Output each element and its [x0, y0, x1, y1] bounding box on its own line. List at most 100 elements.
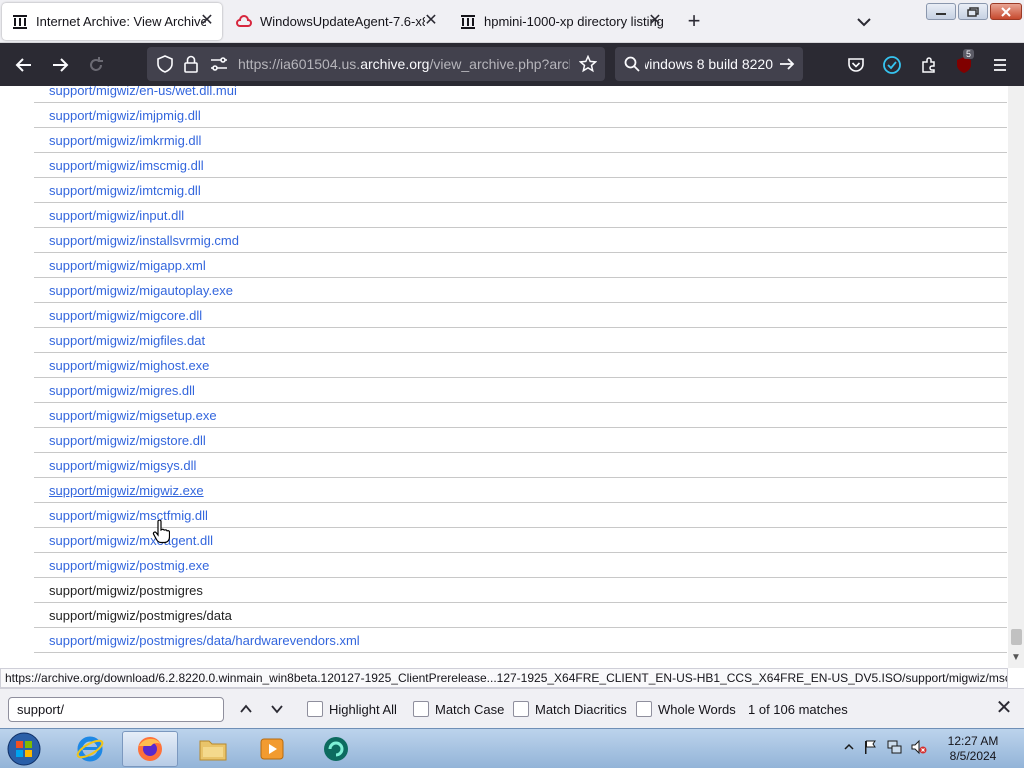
directory-entry: support/migwiz/postmigres [49, 582, 203, 598]
whole-words-label: Whole Words [658, 701, 736, 717]
tab-windowsupdateagent[interactable]: WindowsUpdateAgent-7.6-x86 ✕ [226, 3, 446, 40]
scrollbar-thumb[interactable] [1011, 629, 1022, 645]
forward-arrow-icon [53, 58, 69, 72]
checkbox-box[interactable] [513, 701, 529, 717]
file-row: support/migwiz/mighost.exe [34, 353, 1007, 378]
file-row: support/migwiz/migres.dll [34, 378, 1007, 403]
app-menu-button[interactable] [989, 54, 1011, 76]
taskbar-internet-explorer[interactable] [62, 731, 118, 767]
file-link[interactable]: support/migwiz/imjpmig.dll [49, 108, 201, 123]
file-row: support/migwiz/imjpmig.dll [34, 103, 1007, 128]
checkbox-box[interactable] [636, 701, 652, 717]
network-icon[interactable] [886, 739, 902, 755]
address-bar[interactable]: https://ia601504.us.archive.org/view_arc… [147, 47, 605, 81]
lock-icon[interactable] [183, 55, 199, 73]
file-link[interactable]: support/migwiz/input.dll [49, 208, 184, 223]
cloud-icon [236, 14, 252, 30]
start-button[interactable] [4, 731, 44, 767]
file-link[interactable]: support/migwiz/postmig.exe [49, 558, 209, 573]
highlight-all-checkbox[interactable]: Highlight All [307, 701, 397, 717]
file-row: support/migwiz/imkrmig.dll [34, 128, 1007, 153]
pocket-button[interactable] [845, 54, 867, 76]
close-tab-icon[interactable]: ✕ [422, 12, 440, 30]
new-tab-button[interactable]: + [684, 10, 704, 32]
file-link[interactable]: support/migwiz/mighost.exe [49, 358, 209, 373]
file-link[interactable]: support/migwiz/imscmig.dll [49, 158, 204, 173]
checkbox-box[interactable] [307, 701, 323, 717]
file-link[interactable]: support/migwiz/installsvrmig.cmd [49, 233, 239, 248]
file-link[interactable]: support/migwiz/migstore.dll [49, 433, 206, 448]
archive-file-list: support/migwiz/en-us/wet.dll.mui support/… [34, 86, 1007, 653]
windows-taskbar: 12:27 AM 8/5/2024 [0, 728, 1024, 768]
find-input[interactable] [8, 697, 224, 722]
extensions-button[interactable] [918, 54, 940, 76]
file-row: support/migwiz/postmigres/data/hardwarev… [34, 628, 1007, 653]
close-find-bar-button[interactable]: ✕ [994, 698, 1014, 719]
file-link[interactable]: support/migwiz/postmigres/data/hardwarev… [49, 633, 360, 648]
scroll-down-arrow-icon[interactable]: ▼ [1011, 652, 1021, 663]
file-link[interactable]: support/migwiz/mxeagent.dll [49, 533, 213, 548]
url-prefix: https://ia601504.us. [238, 56, 361, 72]
file-link[interactable]: support/migwiz/migapp.xml [49, 258, 206, 273]
file-row: support/migwiz/migwiz.exe [34, 478, 1007, 503]
taskbar-file-explorer[interactable] [185, 731, 241, 767]
go-arrow-icon[interactable] [779, 56, 795, 72]
file-link[interactable]: support/migwiz/msctfmig.dll [49, 508, 208, 523]
firefox-icon [138, 737, 162, 761]
match-case-checkbox[interactable]: Match Case [413, 701, 504, 717]
reload-button[interactable] [85, 54, 107, 76]
file-row: support/migwiz/mxeagent.dll [34, 528, 1007, 553]
file-link[interactable]: support/migwiz/migcore.dll [49, 308, 202, 323]
find-previous-button[interactable] [236, 699, 256, 719]
close-window-button[interactable] [990, 3, 1022, 20]
search-query[interactable]: windows 8 build 8220 [645, 56, 773, 72]
internet-explorer-icon [76, 736, 104, 762]
restore-button[interactable] [958, 3, 988, 20]
taskbar-firefox[interactable] [122, 731, 178, 767]
back-arrow-icon [15, 58, 31, 72]
file-link[interactable]: support/migwiz/en-us/wet.dll.mui [49, 86, 237, 98]
minimize-button[interactable] [926, 3, 956, 20]
ublock-origin-button[interactable]: 5 [953, 49, 975, 76]
forward-button[interactable] [49, 54, 71, 76]
file-link[interactable]: support/migwiz/migres.dll [49, 383, 195, 398]
show-hidden-icons-icon[interactable] [844, 742, 854, 752]
file-link[interactable]: support/migwiz/migfiles.dat [49, 333, 205, 348]
list-all-tabs-button[interactable] [855, 13, 873, 31]
vertical-scrollbar[interactable]: ▼ [1008, 86, 1024, 668]
directory-entry: support/migwiz/postmigres/data [49, 607, 232, 623]
action-center-flag-icon[interactable] [862, 739, 878, 755]
match-diacritics-checkbox[interactable]: Match Diacritics [513, 701, 627, 717]
file-link[interactable]: support/migwiz/migsetup.exe [49, 408, 217, 423]
url-text[interactable]: https://ia601504.us.archive.org/view_arc… [238, 56, 570, 72]
whole-words-checkbox[interactable]: Whole Words [636, 701, 736, 717]
taskbar-app[interactable] [308, 731, 364, 767]
file-link[interactable]: support/migwiz/imtcmig.dll [49, 183, 201, 198]
volume-muted-icon[interactable] [910, 739, 928, 755]
chevron-up-icon [240, 704, 252, 713]
close-tab-icon[interactable]: ✕ [198, 12, 216, 30]
shield-icon[interactable] [156, 55, 174, 73]
bookmark-star-icon[interactable] [579, 55, 597, 73]
back-button[interactable] [13, 54, 35, 76]
tab-internet-archive[interactable]: Internet Archive: View Archive ✕ [2, 3, 222, 40]
file-row: support/migwiz/msctfmig.dll [34, 503, 1007, 528]
folder-icon [199, 740, 227, 761]
file-link[interactable]: support/migwiz/migautoplay.exe [49, 283, 233, 298]
taskbar-media-player[interactable] [244, 731, 300, 767]
close-tab-icon[interactable]: ✕ [646, 12, 664, 30]
find-next-button[interactable] [267, 699, 287, 719]
file-link[interactable]: support/migwiz/migwiz.exe [49, 483, 204, 498]
find-match-count: 1 of 106 matches [748, 702, 848, 717]
search-bar[interactable]: windows 8 build 8220 [615, 47, 803, 81]
tab-hpmini-directory[interactable]: hpmini-1000-xp directory listing ✕ [450, 3, 670, 40]
file-link[interactable]: support/migwiz/migsys.dll [49, 458, 196, 473]
permissions-icon[interactable] [210, 56, 228, 72]
checkbox-box[interactable] [413, 701, 429, 717]
match-diacritics-label: Match Diacritics [535, 701, 627, 717]
check-circle-icon [883, 56, 901, 74]
system-clock[interactable]: 12:27 AM 8/5/2024 [940, 734, 1006, 764]
file-link[interactable]: support/migwiz/imkrmig.dll [49, 133, 201, 148]
sync-status-button[interactable] [881, 54, 903, 76]
file-row: support/migwiz/migsys.dll [34, 453, 1007, 478]
